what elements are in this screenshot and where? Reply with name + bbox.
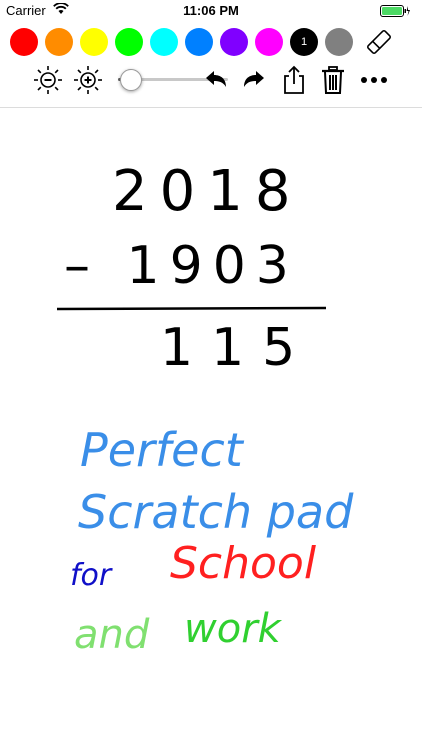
drawn-math-result: 115	[160, 318, 313, 378]
color-swatch-yellow[interactable]	[80, 28, 108, 56]
drawn-text-perfect: Perfect	[80, 423, 245, 477]
status-bar: Carrier 11:06 PM	[0, 0, 422, 22]
color-palette: 1	[10, 27, 414, 57]
share-icon[interactable]	[278, 64, 310, 96]
brightness-increase-icon[interactable]	[72, 64, 104, 96]
drawn-text-school: School	[170, 538, 317, 589]
undo-icon[interactable]	[200, 64, 232, 96]
color-swatch-orange[interactable]	[45, 28, 73, 56]
trash-icon[interactable]	[317, 64, 349, 96]
color-swatch-cyan[interactable]	[150, 28, 178, 56]
drawn-math-top: 2018	[112, 159, 303, 224]
drawn-math-minus: – 1903	[64, 236, 299, 296]
color-swatch-green[interactable]	[115, 28, 143, 56]
redo-icon[interactable]	[238, 64, 270, 96]
color-swatch-black[interactable]: 1	[290, 28, 318, 56]
color-swatch-blue[interactable]	[185, 28, 213, 56]
drawn-text-work: work	[184, 606, 283, 652]
drawn-text-scratch-pad: Scratch pad	[78, 485, 354, 539]
color-swatch-gray[interactable]	[325, 28, 353, 56]
color-swatch-purple[interactable]	[220, 28, 248, 56]
drawn-text-and: and	[74, 612, 150, 658]
brightness-decrease-icon[interactable]	[32, 64, 64, 96]
color-swatch-red[interactable]	[10, 28, 38, 56]
clock: 11:06 PM	[183, 3, 239, 18]
battery-icon	[380, 5, 410, 20]
drawing-canvas[interactable]: 2018 – 1903 115 Perfect Scratch pad for …	[0, 108, 422, 750]
color-swatch-magenta[interactable]	[255, 28, 283, 56]
drawn-text-for: for	[70, 558, 113, 593]
eraser-icon[interactable]	[364, 27, 394, 57]
drawn-sum-line	[56, 306, 327, 311]
toolbar	[32, 64, 392, 96]
brush-size-slider-thumb[interactable]	[119, 69, 142, 91]
more-icon[interactable]	[358, 64, 390, 96]
